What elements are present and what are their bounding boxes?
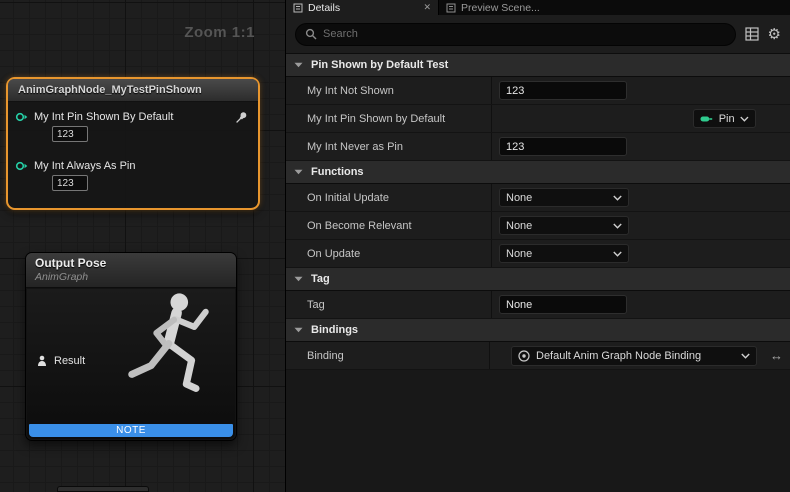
property-value: None (491, 212, 790, 239)
property-row-on-initial-update: On Initial Update None (286, 184, 790, 212)
pin-default-value-input[interactable] (52, 126, 88, 142)
chevron-down-icon (294, 169, 303, 175)
section-header-pin-shown[interactable]: Pin Shown by Default Test (286, 54, 790, 77)
section-header-bindings[interactable]: Bindings (286, 319, 790, 342)
app-root: Zoom 1:1 AnimGraphNode_MyTestPinShown My… (0, 0, 790, 492)
int-pin-icon[interactable] (15, 160, 28, 172)
property-label: My Int Pin Shown by Default (286, 105, 491, 132)
offscreen-node-fragment[interactable] (57, 486, 149, 492)
property-value: None (491, 240, 790, 267)
property-label: Tag (286, 291, 491, 318)
property-value: Pin (491, 105, 790, 132)
dropdown-value: Default Anim Graph Node Binding (536, 350, 701, 362)
search-input[interactable] (323, 28, 726, 40)
node-subtitle: AnimGraph (35, 271, 227, 283)
chevron-down-icon (613, 195, 622, 201)
tab-preview-scene[interactable]: Preview Scene... (438, 0, 547, 15)
chevron-down-icon (613, 223, 622, 229)
details-tab-icon (293, 3, 303, 13)
tab-label: Details (308, 2, 340, 14)
section-title: Bindings (311, 324, 358, 336)
property-label: On Become Relevant (286, 212, 491, 239)
pin-default-value-input[interactable] (52, 175, 88, 191)
section-title: Functions (311, 166, 364, 178)
property-row-tag: Tag (286, 291, 790, 319)
pose-pin-icon[interactable] (36, 355, 48, 367)
output-pose-node[interactable]: Output Pose AnimGraph Resul (25, 252, 237, 441)
int-value-input[interactable] (499, 137, 627, 156)
details-panel: Details ✕ Preview Scene... (285, 0, 790, 492)
function-dropdown[interactable]: None (499, 244, 629, 263)
note-bar[interactable]: NOTE (29, 424, 233, 437)
tag-input[interactable] (499, 295, 627, 314)
property-row-on-update: On Update None (286, 240, 790, 268)
thumbtack-icon[interactable] (235, 111, 248, 124)
function-dropdown[interactable]: None (499, 188, 629, 207)
dropdown-value: None (506, 248, 532, 260)
chevron-down-icon (294, 327, 303, 333)
dropdown-value: None (506, 192, 532, 204)
section-header-functions[interactable]: Functions (286, 161, 790, 184)
property-row-my-int-pin-shown: My Int Pin Shown by Default Pin (286, 105, 790, 133)
chevron-down-icon (741, 353, 750, 359)
pin-label: My Int Pin Shown By Default (34, 111, 173, 123)
details-toolbar: ⚙ (286, 15, 790, 54)
search-box[interactable] (295, 23, 736, 46)
search-icon (305, 28, 317, 40)
pin-label: My Int Always As Pin (34, 160, 135, 172)
tab-label: Preview Scene... (461, 2, 540, 14)
binding-dropdown[interactable]: Default Anim Graph Node Binding (511, 346, 757, 366)
property-label: On Initial Update (286, 184, 491, 211)
tab-details[interactable]: Details ✕ (286, 0, 438, 15)
chevron-down-icon (294, 62, 303, 68)
section-title: Pin Shown by Default Test (311, 59, 448, 71)
property-label: On Update (286, 240, 491, 267)
dropdown-value: Pin (719, 113, 735, 125)
dropdown-value: None (506, 220, 532, 232)
close-tab-icon[interactable]: ✕ (423, 2, 431, 13)
section-header-tag[interactable]: Tag (286, 268, 790, 291)
node-body: Result NOTE (27, 289, 235, 439)
pin-row: My Int Always As Pin (15, 160, 135, 172)
property-value (491, 77, 790, 104)
pin-mode-dropdown[interactable]: Pin (693, 109, 756, 128)
pin-icon (700, 115, 713, 123)
property-value (491, 133, 790, 160)
function-dropdown[interactable]: None (499, 216, 629, 235)
property-label: My Int Never as Pin (286, 133, 491, 160)
node-title: Output Pose (35, 256, 227, 270)
property-value (491, 291, 790, 318)
result-pin-row: Result (36, 355, 85, 367)
chevron-down-icon (740, 116, 749, 122)
property-value: Default Anim Graph Node Binding ↔ (489, 342, 790, 369)
anim-graph-canvas[interactable]: Zoom 1:1 AnimGraphNode_MyTestPinShown My… (0, 0, 285, 492)
node-header[interactable]: Output Pose AnimGraph (26, 253, 236, 288)
int-value-input[interactable] (499, 81, 627, 100)
binding-badge-icon (518, 350, 530, 362)
node-title[interactable]: AnimGraphNode_MyTestPinShown (8, 79, 258, 102)
pin-row: My Int Pin Shown By Default (15, 111, 173, 123)
property-row-on-become-relevant: On Become Relevant None (286, 212, 790, 240)
mannequin-preview (115, 289, 233, 421)
section-title: Tag (311, 273, 330, 285)
reset-to-default-icon[interactable]: ↔ (770, 349, 783, 362)
tab-bar: Details ✕ Preview Scene... (286, 0, 790, 15)
zoom-level-label: Zoom 1:1 (184, 24, 255, 41)
gear-icon[interactable]: ⚙ (768, 27, 781, 42)
chevron-down-icon (613, 251, 622, 257)
property-label: Binding (286, 342, 489, 369)
property-label: My Int Not Shown (286, 77, 491, 104)
anim-graph-test-node[interactable]: AnimGraphNode_MyTestPinShown My Int Pin … (6, 77, 260, 210)
chevron-down-icon (294, 276, 303, 282)
grid-view-icon[interactable] (745, 27, 759, 41)
property-value: None (491, 184, 790, 211)
property-row-binding: Binding Default Anim Graph Node Binding … (286, 342, 790, 370)
int-pin-icon[interactable] (15, 111, 28, 123)
property-row-my-int-never-pin: My Int Never as Pin (286, 133, 790, 161)
result-pin-label: Result (54, 355, 85, 367)
property-row-my-int-not-shown: My Int Not Shown (286, 77, 790, 105)
preview-scene-tab-icon (446, 3, 456, 13)
